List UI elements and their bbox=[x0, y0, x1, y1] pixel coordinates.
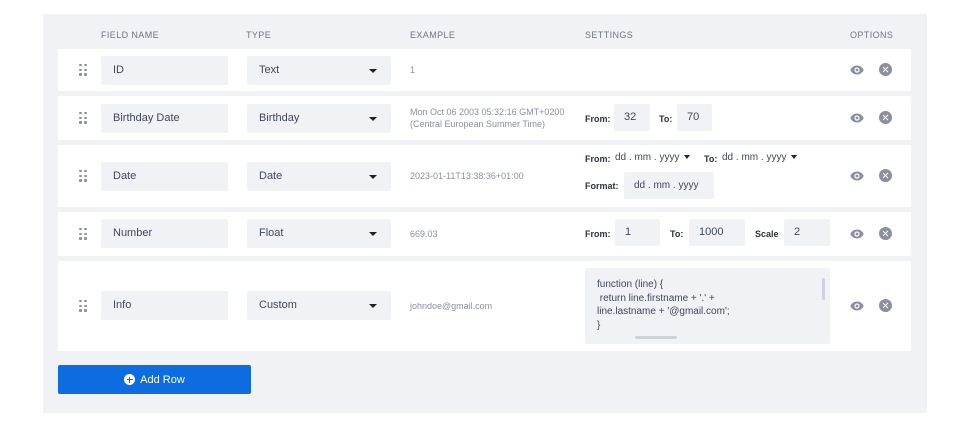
format-label: Format: bbox=[585, 181, 619, 191]
field-row-number: Number Float 669.03 From: 1 To: 1000 Sca… bbox=[58, 212, 911, 256]
to-label: To: bbox=[659, 114, 673, 124]
code-line: function (line) { bbox=[597, 279, 664, 290]
from-input[interactable]: 1 bbox=[615, 219, 660, 246]
drag-handle-icon[interactable] bbox=[79, 300, 87, 312]
to-date-value: dd . mm . yyyy bbox=[722, 152, 787, 163]
example-value: 1 bbox=[410, 65, 416, 75]
field-type-value: Text bbox=[259, 64, 280, 76]
chevron-down-icon bbox=[369, 175, 377, 179]
field-name-input[interactable]: Info bbox=[101, 291, 228, 320]
column-headers: FIELD NAME TYPE EXAMPLE SETTINGS OPTIONS bbox=[43, 14, 927, 48]
eye-icon[interactable] bbox=[850, 229, 864, 239]
to-date-select[interactable]: dd . mm . yyyy bbox=[722, 152, 798, 163]
remove-row-icon[interactable] bbox=[879, 227, 892, 240]
remove-row-icon[interactable] bbox=[879, 111, 892, 124]
code-line: return line.firstname + '.' + bbox=[597, 292, 715, 304]
field-row-date: Date Date 2023-01-11T13:38:36+01:00 From… bbox=[58, 145, 911, 207]
to-label: To: bbox=[704, 154, 718, 164]
field-type-select[interactable]: Text bbox=[247, 56, 391, 85]
fields-panel: FIELD NAME TYPE EXAMPLE SETTINGS OPTIONS… bbox=[43, 14, 927, 413]
vertical-scrollbar[interactable] bbox=[822, 278, 825, 300]
to-input[interactable]: 1000 bbox=[689, 219, 745, 246]
field-type-select[interactable]: Custom bbox=[247, 291, 391, 320]
from-date-select[interactable]: dd . mm . yyyy bbox=[615, 152, 691, 163]
field-type-select[interactable]: Date bbox=[247, 162, 391, 191]
code-line: line.lastname + '@gmail.com'; bbox=[597, 306, 730, 317]
plus-icon bbox=[124, 374, 136, 385]
field-name-input[interactable]: Number bbox=[101, 219, 228, 248]
header-field-name: FIELD NAME bbox=[101, 30, 160, 40]
custom-function-editor[interactable]: function (line) { return line.firstname … bbox=[585, 268, 830, 344]
example-value: Mon Oct 06 2003 05:32:16 GMT+0200 (Centr… bbox=[410, 106, 564, 130]
chevron-down-icon bbox=[791, 155, 798, 159]
from-date-value: dd . mm . yyyy bbox=[615, 152, 680, 163]
horizontal-scrollbar[interactable] bbox=[635, 336, 677, 339]
field-name-input[interactable]: Date bbox=[101, 162, 228, 191]
field-type-select[interactable]: Float bbox=[247, 219, 391, 248]
field-type-value: Float bbox=[259, 227, 284, 239]
drag-handle-icon[interactable] bbox=[79, 64, 87, 76]
from-input[interactable]: 32 bbox=[614, 104, 650, 131]
eye-icon[interactable] bbox=[850, 171, 864, 181]
eye-icon[interactable] bbox=[850, 113, 864, 123]
from-label: From: bbox=[585, 114, 611, 124]
eye-icon[interactable] bbox=[850, 65, 864, 75]
field-type-value: Date bbox=[259, 170, 283, 182]
header-type: TYPE bbox=[246, 30, 272, 40]
remove-row-icon[interactable] bbox=[879, 299, 892, 312]
remove-row-icon[interactable] bbox=[879, 63, 892, 76]
example-value: 2023-01-11T13:38:36+01:00 bbox=[410, 171, 524, 181]
field-name-input[interactable]: Birthday Date bbox=[101, 104, 228, 133]
chevron-down-icon bbox=[684, 155, 691, 159]
eye-icon[interactable] bbox=[850, 301, 864, 311]
header-settings: SETTINGS bbox=[585, 30, 634, 40]
example-value: 669.03 bbox=[410, 229, 438, 239]
field-type-select[interactable]: Birthday bbox=[247, 104, 391, 133]
drag-handle-icon[interactable] bbox=[79, 170, 87, 182]
field-type-value: Birthday bbox=[259, 112, 300, 124]
example-line: (Central European Summer Time) bbox=[410, 119, 546, 129]
scale-input[interactable]: 2 bbox=[784, 219, 830, 246]
remove-row-icon[interactable] bbox=[879, 169, 892, 182]
field-row-id: ID Text 1 bbox=[58, 49, 911, 91]
field-type-value: Custom bbox=[259, 299, 297, 311]
chevron-down-icon bbox=[369, 69, 377, 73]
chevron-down-icon bbox=[369, 117, 377, 121]
from-label: From: bbox=[585, 154, 611, 164]
example-value: johndoe@gmail.com bbox=[410, 301, 493, 311]
from-label: From: bbox=[585, 229, 611, 239]
field-row-birthday-date: Birthday Date Birthday Mon Oct 06 2003 0… bbox=[58, 96, 911, 140]
drag-handle-icon[interactable] bbox=[79, 112, 87, 124]
to-label: To: bbox=[670, 229, 684, 239]
field-row-info: Info Custom johndoe@gmail.com function (… bbox=[58, 261, 911, 351]
to-input[interactable]: 70 bbox=[677, 104, 712, 131]
code-line: } bbox=[597, 319, 601, 331]
header-example: EXAMPLE bbox=[410, 30, 456, 40]
chevron-down-icon bbox=[369, 304, 377, 308]
chevron-down-icon bbox=[369, 232, 377, 236]
format-input[interactable]: dd . mm . yyyy bbox=[624, 172, 714, 199]
drag-handle-icon[interactable] bbox=[79, 228, 87, 240]
add-row-button[interactable]: Add Row bbox=[58, 365, 251, 394]
scale-label: Scale bbox=[755, 229, 779, 239]
example-line: Mon Oct 06 2003 05:32:16 GMT+0200 bbox=[410, 107, 565, 117]
add-row-label: Add Row bbox=[140, 373, 185, 386]
header-options: OPTIONS bbox=[850, 30, 894, 40]
field-name-input[interactable]: ID bbox=[101, 56, 228, 85]
